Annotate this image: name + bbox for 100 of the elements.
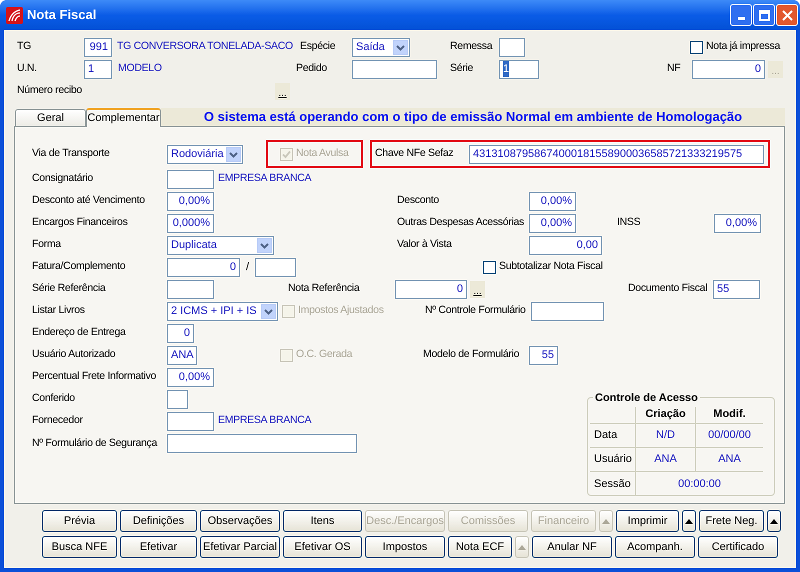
action-button[interactable]: Efetivar OS	[283, 536, 362, 558]
text-field[interactable]: 0	[395, 280, 467, 298]
table-cell: 00/00/00	[696, 424, 763, 448]
field-label: Série	[450, 61, 474, 76]
status-banner: O sistema está operando com o tipo de emissão Normal em ambiente de Homologação	[161, 108, 785, 126]
dropdown[interactable]: 2 ICMS + IPI + IS	[167, 302, 278, 320]
table-cell-text: 00:00:00	[677, 476, 722, 492]
company-name: EMPRESA BRANCA	[218, 171, 312, 186]
field-label: Percentual Frete Informativo	[32, 369, 158, 384]
table-cell: ANA	[636, 448, 696, 472]
field-label: Subtotalizar Nota Fiscal	[499, 259, 603, 274]
dropdown[interactable]: Duplicata	[167, 236, 274, 254]
text-field[interactable]: 1	[499, 60, 539, 78]
action-button[interactable]: Efetivar Parcial	[200, 536, 280, 558]
triangle-up-icon	[770, 518, 778, 524]
action-button[interactable]: Acompanh.	[615, 536, 695, 558]
checkbox[interactable]	[690, 40, 703, 54]
text-field[interactable]	[167, 390, 188, 408]
field-label: Encargos Financeiros	[32, 215, 129, 230]
maximize-button[interactable]	[753, 4, 775, 26]
lookup-button[interactable]: ...	[470, 280, 485, 298]
arrow-button[interactable]	[682, 510, 696, 532]
text-field[interactable]	[499, 38, 525, 56]
text-field[interactable]: 55	[529, 346, 558, 364]
field-label: Nº Formulário de Segurança	[32, 436, 158, 451]
text-field[interactable]: 43131087958674000181558900036585721333219575	[469, 144, 764, 164]
text-field[interactable]: 1	[84, 60, 112, 78]
text-field[interactable]: 0	[167, 258, 240, 276]
text-field[interactable]	[167, 280, 214, 298]
field-label: Pedido	[296, 61, 328, 76]
action-button[interactable]: Prévia	[42, 510, 117, 532]
field-label: Listar Livros	[32, 303, 86, 318]
field-label: Forma	[32, 237, 62, 252]
dropdown[interactable]: Saída	[352, 38, 410, 56]
app-logo-icon	[6, 6, 23, 24]
field-label: Série Referência	[32, 281, 107, 296]
field-label: Remessa	[450, 39, 494, 54]
field-label: U.N.	[17, 61, 38, 76]
text-field[interactable]	[352, 60, 437, 78]
action-button[interactable]: Efetivar	[120, 536, 197, 558]
text-field[interactable]	[167, 434, 357, 453]
action-button[interactable]: Observações	[200, 510, 280, 532]
field-label: Nº Controle Formulário	[425, 303, 527, 318]
row-header: Sessão	[590, 472, 636, 496]
action-button[interactable]: Definições	[120, 510, 197, 532]
action-button[interactable]: Frete Neg.	[699, 510, 764, 532]
text-field[interactable]: 0,00%	[529, 214, 576, 232]
column-header: Modif.	[696, 406, 763, 424]
text-field[interactable]: ANA	[167, 346, 197, 364]
checkbox[interactable]	[483, 260, 496, 274]
text-field[interactable]	[531, 302, 604, 320]
column-header: Criação	[636, 406, 696, 424]
text-field[interactable]: 0,00%	[529, 192, 576, 210]
action-button[interactable]: Nota ECF	[448, 536, 512, 558]
action-button[interactable]: Certificado	[698, 536, 778, 558]
tab[interactable]: Geral	[15, 109, 86, 126]
table-cell: N/D	[636, 424, 696, 448]
triangle-up-icon	[602, 518, 610, 524]
company-name: TG CONVERSORA TONELADA-SACO	[117, 39, 294, 54]
text-field[interactable]: 0	[167, 324, 194, 342]
text-field[interactable]: 0,000%	[167, 214, 214, 232]
action-button[interactable]: Impostos	[365, 536, 445, 558]
action-button[interactable]: Busca NFE	[42, 536, 117, 558]
action-button[interactable]: Itens	[283, 510, 362, 532]
tab[interactable]: Complementar	[86, 108, 161, 127]
field-label: Desconto	[397, 193, 440, 208]
chevron-down-icon	[226, 146, 241, 162]
chevron-down-icon	[261, 304, 276, 318]
field-label: Valor à Vista	[397, 237, 453, 252]
field-label: Via de Transporte	[32, 146, 111, 162]
text-field[interactable]: 0,00%	[167, 192, 214, 210]
company-name: MODELO	[118, 61, 163, 76]
row-header: Data	[590, 424, 636, 448]
minimize-button[interactable]	[730, 4, 752, 26]
field-label: Nota Referência	[288, 281, 361, 296]
arrow-button[interactable]	[767, 510, 781, 532]
text-field[interactable]	[255, 258, 296, 276]
text-field[interactable]: 0,00%	[167, 368, 214, 386]
text-field[interactable]: 0	[692, 60, 765, 78]
field-label: Modelo de Formulário	[423, 347, 520, 362]
text-field[interactable]	[167, 170, 214, 188]
field-label: Consignatário	[32, 171, 94, 186]
field-label: Impostos Ajustados	[298, 303, 384, 318]
dropdown[interactable]: Rodoviária	[167, 144, 243, 164]
action-button[interactable]: Imprimir	[616, 510, 679, 532]
action-button[interactable]: Anular NF	[532, 536, 612, 558]
field-label: Nota Avulsa	[296, 146, 349, 162]
field-label: Chave NFe Sefaz	[375, 146, 454, 162]
text-field[interactable]	[167, 412, 214, 430]
field-label: O.C. Gerada	[296, 347, 352, 362]
lookup-button[interactable]: ...	[275, 82, 290, 100]
window-title: Nota Fiscal	[27, 6, 96, 24]
field-label: Conferido	[32, 391, 76, 406]
minimize-icon	[738, 17, 744, 20]
close-button[interactable]	[776, 4, 798, 26]
text-field[interactable]: 0,00%	[714, 214, 761, 232]
text-field[interactable]: 0,00	[529, 236, 602, 254]
text-field[interactable]: 55	[713, 280, 760, 298]
text-field[interactable]: 991	[84, 38, 112, 56]
separator-text: /	[244, 260, 250, 275]
